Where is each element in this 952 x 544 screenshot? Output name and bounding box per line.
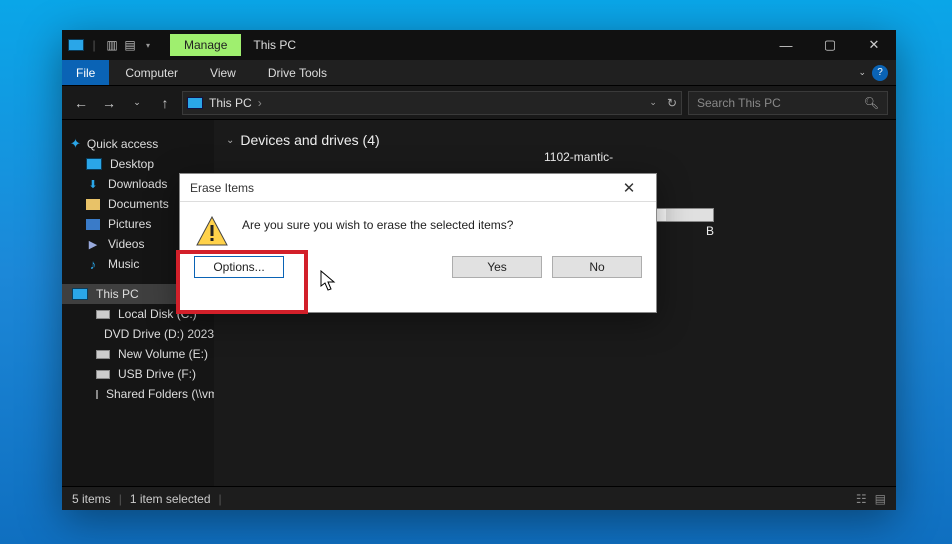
desktop-icon [86, 158, 102, 170]
drive-label-partial: 1102-mantic- [544, 150, 613, 164]
button-label: Options... [213, 260, 264, 274]
drive-icon [96, 310, 110, 319]
nav-up-icon[interactable]: ↑ [154, 95, 176, 111]
sidebar-item-usb-drive[interactable]: USB Drive (F:) [62, 364, 214, 384]
status-selected-count: 1 item selected [130, 492, 211, 506]
minimize-button[interactable]: — [764, 30, 808, 60]
button-label: No [589, 260, 604, 274]
drive-icon [96, 350, 110, 359]
group-header-label: Devices and drives (4) [240, 132, 379, 148]
address-refresh-icon[interactable]: ↻ [667, 96, 677, 110]
pictures-icon [86, 219, 100, 230]
search-icon: 🔍︎ [864, 96, 879, 110]
sidebar-item-desktop[interactable]: Desktop [62, 154, 214, 174]
search-input[interactable]: Search This PC 🔍︎ [688, 91, 888, 115]
downloads-icon: ⬇ [86, 177, 100, 191]
sidebar-item-label: Shared Folders (\\vmware-host) [106, 387, 214, 401]
address-bar[interactable]: This PC › ⌄ ↻ [182, 91, 682, 115]
help-icon[interactable]: ? [872, 65, 888, 81]
dialog-message: Are you sure you wish to erase the selec… [242, 216, 513, 246]
sidebar-item-label: Desktop [110, 157, 154, 171]
qat-separator: | [86, 37, 102, 53]
sidebar-item-dvd-drive[interactable]: DVD Drive (D:) 2023 [62, 324, 214, 344]
view-tiles-icon[interactable]: ▤ [875, 492, 886, 506]
sidebar-item-label: New Volume (E:) [118, 347, 208, 361]
sidebar-item-label: This PC [96, 287, 139, 301]
documents-icon [86, 199, 100, 210]
dialog-close-button[interactable]: ✕ [612, 179, 646, 197]
warning-icon [196, 216, 228, 246]
search-placeholder: Search This PC [697, 96, 781, 110]
ribbon-tab-drive-tools[interactable]: Drive Tools [252, 60, 343, 85]
ribbon: File Computer View Drive Tools ⌄ ? [62, 60, 896, 86]
chevron-down-icon: ⌄ [226, 135, 234, 146]
status-item-count: 5 items [72, 492, 111, 506]
button-label: Yes [487, 260, 507, 274]
view-details-icon[interactable]: ☷ [856, 492, 867, 506]
sidebar-item-label: USB Drive (F:) [118, 367, 196, 381]
ribbon-tab-file[interactable]: File [62, 60, 109, 85]
ribbon-tab-view[interactable]: View [194, 60, 252, 85]
address-separator-icon: › [258, 96, 262, 110]
qat-properties-icon[interactable]: ▥ [104, 37, 120, 53]
videos-icon: ▶ [86, 237, 100, 251]
close-button[interactable]: ✕ [852, 30, 896, 60]
nav-forward-icon[interactable]: → [98, 95, 120, 111]
pc-icon [72, 288, 88, 300]
sidebar-item-shared-folders[interactable]: Shared Folders (\\vmware-host) [62, 384, 214, 404]
star-icon: ✦ [70, 136, 81, 152]
address-dropdown-icon[interactable]: ⌄ [649, 97, 657, 108]
status-separator: | [119, 492, 122, 506]
erase-items-dialog: Erase Items ✕ Are you sure you wish to e… [179, 173, 657, 313]
address-pc-icon [187, 97, 203, 109]
ribbon-tab-computer[interactable]: Computer [109, 60, 194, 85]
dialog-titlebar: Erase Items ✕ [180, 174, 656, 202]
no-button[interactable]: No [552, 256, 642, 278]
network-drive-icon [96, 390, 98, 399]
sidebar-quick-access[interactable]: ✦ Quick access [62, 134, 214, 154]
qat-dropdown-icon[interactable]: ▾ [140, 37, 156, 53]
sidebar-item-label: Downloads [108, 177, 167, 191]
maximize-button[interactable]: ▢ [808, 30, 852, 60]
qat-newfolder-icon[interactable]: ▤ [122, 37, 138, 53]
sidebar-item-label: Documents [108, 197, 169, 211]
navigation-bar: ← → ⌄ ↑ This PC › ⌄ ↻ Search This PC 🔍︎ [62, 86, 896, 120]
nav-back-icon[interactable]: ← [70, 95, 92, 111]
drive-icon [96, 370, 110, 379]
ribbon-collapse-icon[interactable]: ⌄ [858, 67, 866, 78]
ribbon-contextual-manage[interactable]: Manage [170, 34, 241, 56]
sidebar-item-new-volume[interactable]: New Volume (E:) [62, 344, 214, 364]
sidebar-label: Quick access [87, 137, 158, 151]
window-title: This PC [241, 38, 308, 52]
sidebar-item-label: DVD Drive (D:) 2023 [104, 327, 214, 341]
status-bar: 5 items | 1 item selected | ☷ ▤ [62, 486, 896, 510]
titlebar: | ▥ ▤ ▾ Manage This PC — ▢ ✕ [62, 30, 896, 60]
sidebar-item-label: Pictures [108, 217, 151, 231]
sidebar-item-label: Music [108, 257, 139, 271]
status-separator: | [219, 492, 222, 506]
music-icon: ♪ [86, 257, 100, 271]
group-header-devices[interactable]: ⌄ Devices and drives (4) [214, 120, 896, 154]
app-icon [68, 37, 84, 53]
sidebar-item-label: Videos [108, 237, 144, 251]
dialog-title: Erase Items [190, 181, 254, 195]
nav-history-icon[interactable]: ⌄ [126, 97, 148, 108]
yes-button[interactable]: Yes [452, 256, 542, 278]
drive-item-partial-right[interactable]: 1102-mantic- [544, 150, 613, 164]
quick-access-toolbar: | ▥ ▤ ▾ [62, 37, 162, 53]
options-button[interactable]: Options... [194, 256, 284, 278]
address-location: This PC [209, 96, 252, 110]
